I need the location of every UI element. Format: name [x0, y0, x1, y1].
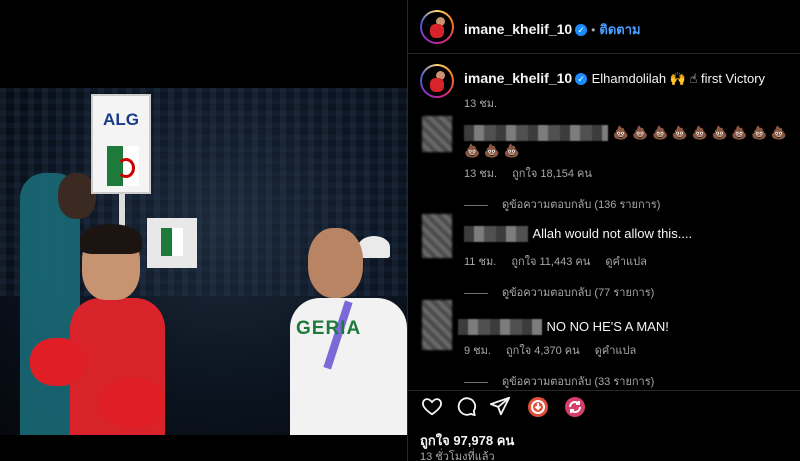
comment-avatar[interactable] — [422, 300, 452, 350]
post-timestamp: 13 ชั่วโมงที่แล้ว — [420, 451, 495, 461]
header-user-line: imane_khelif_10 ✓ • ติดตาม — [464, 19, 641, 40]
reaction-icon-2[interactable] — [563, 395, 587, 419]
boxing-glove-right — [100, 378, 165, 428]
replies-line — [464, 292, 488, 294]
caption-username[interactable]: imane_khelif_10 — [464, 70, 572, 86]
comment-meta: 11 ชม. ถูกใจ 11,443 คน ดูคำแปล — [464, 252, 659, 270]
heart-icon[interactable] — [420, 395, 444, 419]
separator: • — [591, 23, 596, 37]
jersey-text: GERIA — [296, 318, 362, 339]
translate-button[interactable]: ดูคำแปล — [605, 256, 647, 268]
comment-meta: 9 ชม. ถูกใจ 4,370 คน ดูคำแปล — [464, 341, 648, 359]
blurred-username[interactable] — [458, 318, 542, 335]
comment-time: 11 ชม. — [464, 256, 497, 268]
view-replies-label: ดูข้อความตอบกลับ (136 รายการ) — [502, 199, 661, 211]
action-bar — [408, 390, 800, 422]
boxer-figure — [30, 224, 190, 435]
blurred-username[interactable] — [464, 124, 608, 141]
verified-badge-icon: ✓ — [575, 72, 588, 85]
comment-item: NO NO HE'S A MAN! — [458, 318, 794, 336]
comment-time: 9 ชม. — [464, 345, 491, 357]
view-replies-button[interactable]: ดูข้อความตอบกลับ (77 รายการ) — [464, 283, 654, 301]
post-header: imane_khelif_10 ✓ • ติดตาม — [408, 0, 800, 54]
view-replies-button[interactable]: ดูข้อความตอบกลับ (33 รายการ) — [464, 372, 654, 390]
post-side-panel: imane_khelif_10 ✓ • ติดตาม imane_khelif_10 ✓… — [407, 0, 800, 461]
comment-item: 💩 💩 💩 💩 💩 💩 💩 💩 💩 💩 💩 💩 — [464, 124, 794, 160]
translate-button[interactable]: ดูคำแปล — [595, 345, 637, 357]
boxer-hair — [80, 224, 142, 254]
comment-avatar[interactable] — [422, 214, 452, 258]
comment-likes[interactable]: ถูกใจ 18,154 คน — [512, 168, 592, 180]
post-image[interactable]: ALG GERIA — [0, 88, 407, 435]
corner-sign: ALG — [91, 94, 151, 194]
caption-avatar[interactable] — [420, 64, 454, 98]
comment-meta: 13 ชม. ถูกใจ 18,154 คน — [464, 164, 604, 182]
caption-block: imane_khelif_10 ✓ Elhamdolilah 🙌 ☝ first … — [464, 70, 794, 112]
comment-likes[interactable]: ถูกใจ 11,443 คน — [511, 256, 590, 268]
caption-time: 13 ชม. — [464, 98, 498, 110]
coach-figure: GERIA — [290, 228, 407, 435]
comment-avatar[interactable] — [422, 116, 452, 152]
blurred-username[interactable] — [464, 225, 528, 242]
view-replies-button[interactable]: ดูข้อความตอบกลับ (136 รายการ) — [464, 195, 660, 213]
view-replies-label: ดูข้อความตอบกลับ (33 รายการ) — [502, 376, 655, 388]
author-username[interactable]: imane_khelif_10 — [464, 21, 572, 37]
replies-line — [464, 381, 488, 383]
post-photo-panel: ALG GERIA — [0, 0, 407, 461]
comment-text: NO NO HE'S A MAN! — [546, 319, 669, 334]
comment-icon[interactable] — [454, 395, 478, 419]
comment-item: Allah would not allow this.... — [464, 225, 794, 243]
replies-line — [464, 204, 488, 206]
corner-sign-text: ALG — [103, 110, 139, 129]
comment-time: 13 ชม. — [464, 168, 498, 180]
author-avatar[interactable] — [420, 10, 454, 44]
comment-likes[interactable]: ถูกใจ 4,370 คน — [506, 345, 580, 357]
share-icon[interactable] — [488, 395, 512, 419]
comment-text: Allah would not allow this.... — [532, 226, 693, 241]
algeria-flag-icon — [107, 146, 139, 186]
view-replies-label: ดูข้อความตอบกลับ (77 รายการ) — [502, 287, 655, 299]
coach-head — [308, 228, 363, 298]
follow-button[interactable]: ติดตาม — [599, 22, 640, 37]
verified-badge-icon: ✓ — [575, 23, 588, 36]
reaction-icon-1[interactable] — [526, 395, 550, 419]
boxing-glove-left — [30, 338, 85, 386]
caption-text: Elhamdolilah 🙌 ☝ first Victory — [591, 71, 766, 86]
